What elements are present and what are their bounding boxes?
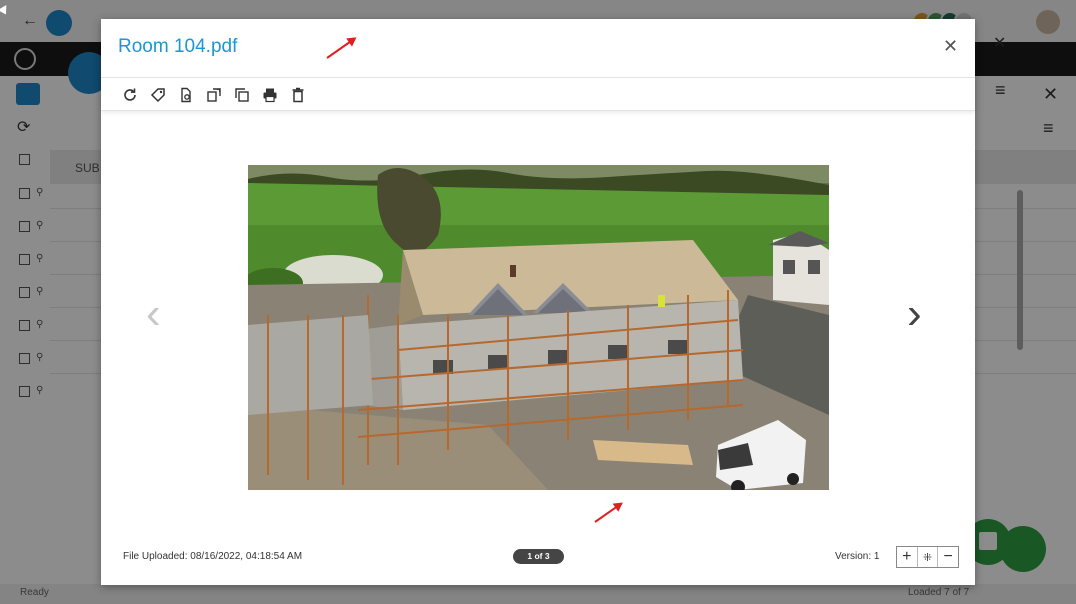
document-page-image [248, 165, 829, 490]
zoom-fit-button[interactable]: ⁜ [918, 547, 939, 567]
file-uploaded-timestamp: File Uploaded: 08/16/2022, 04:18:54 AM [123, 551, 303, 562]
rotate-icon[interactable] [122, 87, 138, 103]
document-viewer: ‹ › [101, 112, 975, 532]
delete-icon[interactable] [290, 87, 306, 103]
zoom-controls: + ⁜ − [896, 546, 959, 568]
viewer-toolbar [101, 77, 975, 111]
zoom-out-button[interactable]: − [938, 547, 958, 567]
close-icon[interactable]: ✕ [943, 36, 958, 56]
replace-icon[interactable] [206, 87, 222, 103]
next-page-icon[interactable]: › [907, 292, 922, 336]
attach-doc-icon[interactable] [178, 87, 194, 103]
print-icon[interactable] [262, 87, 278, 103]
document-viewer-dialog: Room 104.pdf ✕ ‹ › File Uploaded: 08/16/… [101, 19, 975, 585]
page-indicator: 1 of 3 [513, 549, 564, 564]
version-label: Version: 1 [835, 551, 880, 562]
copy-icon[interactable] [234, 87, 250, 103]
construction-site-photo [248, 165, 829, 490]
tag-icon[interactable] [150, 87, 166, 103]
previous-page-icon[interactable]: ‹ [146, 292, 161, 336]
zoom-in-button[interactable]: + [897, 547, 918, 567]
dialog-title: Room 104.pdf [118, 36, 238, 57]
